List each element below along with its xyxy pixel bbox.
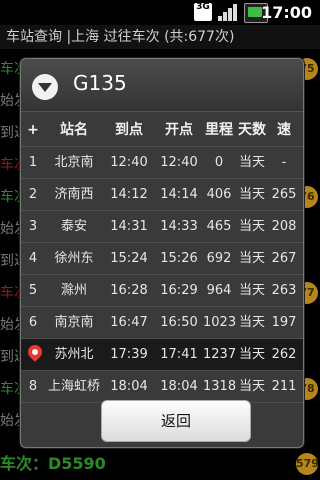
depart-time: 18:04 <box>160 379 198 394</box>
depart-time: 15:26 <box>160 251 198 266</box>
station-name: 泰安 <box>60 219 87 234</box>
speed: 197 <box>271 315 297 330</box>
status-time: 17:00 <box>261 3 312 22</box>
days: 当天 <box>238 379 265 394</box>
station-name: 滁州 <box>60 283 87 298</box>
col-header-arrive: 到点 <box>115 122 143 138</box>
col-header-mileage: 里程 <box>205 122 233 138</box>
arrive-time: 16:28 <box>110 283 148 298</box>
station-name: 南京南 <box>54 315 94 330</box>
row-index: 4 <box>28 251 38 266</box>
table-row[interactable]: 3 泰安 14:31 14:33 465 当天 208 <box>21 211 303 243</box>
col-header-speed: 速 <box>277 122 291 138</box>
station-name: 济南西 <box>54 187 94 202</box>
days: 当天 <box>238 283 265 298</box>
speed: 265 <box>271 187 297 202</box>
depart-time: 14:14 <box>160 187 198 202</box>
station-name: 北京南 <box>54 155 94 170</box>
page-title: 车站查询 |上海 过往车次 (共:677次) <box>0 25 320 49</box>
depart-time: 16:29 <box>160 283 198 298</box>
mileage: 964 <box>206 283 232 298</box>
table-row[interactable]: 2 济南西 14:12 14:14 406 当天 265 <box>21 179 303 211</box>
table-row[interactable]: 5 滁州 16:28 16:29 964 当天 263 <box>21 275 303 307</box>
back-button[interactable]: 返回 <box>101 400 251 442</box>
mileage: 1318 <box>203 379 237 394</box>
depart-time: 17:41 <box>160 347 198 362</box>
row-index: 6 <box>28 315 38 330</box>
row-index: 8 <box>28 379 38 394</box>
mileage: 692 <box>206 251 232 266</box>
location-pin-icon <box>25 342 45 362</box>
speed: 267 <box>271 251 297 266</box>
speed: 263 <box>271 283 297 298</box>
dialog-header: G135 <box>21 59 303 112</box>
station-name: 徐州东 <box>54 251 94 266</box>
arrive-time: 17:39 <box>110 347 148 362</box>
count-badge: 579 <box>296 453 319 475</box>
station-name: 上海虹桥 <box>47 379 100 394</box>
table-row[interactable]: 8 上海虹桥 18:04 18:04 1318 当天 211 <box>21 371 303 403</box>
signal-strength-icon <box>218 4 237 21</box>
route-table: + 站名 到点 开点 里程 天数 速 1 北京南 12:40 12:40 0 当天 - 2 济南… <box>21 115 303 403</box>
bottom-train-label: 车次：D5590 <box>0 454 106 473</box>
row-index: 1 <box>28 155 38 170</box>
dialog-title: G135 <box>73 71 127 95</box>
col-header-station: 站名 <box>60 122 88 138</box>
days: 当天 <box>238 155 265 170</box>
mileage: 1237 <box>203 347 237 362</box>
table-row[interactable]: 1 北京南 12:40 12:40 0 当天 - <box>21 147 303 179</box>
col-header-depart: 开点 <box>165 122 193 138</box>
row-index: 2 <box>28 187 38 202</box>
bottom-train-line[interactable]: 车次：D5590 579 <box>0 448 320 480</box>
days: 当天 <box>238 251 265 266</box>
row-index <box>21 339 45 370</box>
3g-network-icon: 3G <box>194 3 212 21</box>
row-index: 5 <box>28 283 38 298</box>
train-route-dialog: G135 + 站名 到点 开点 里程 天数 速 1 北京南 12:40 12:40 0 当… <box>20 58 304 448</box>
mileage: 465 <box>206 219 232 234</box>
col-header-days: 天数 <box>238 122 266 138</box>
depart-time: 12:40 <box>160 155 198 170</box>
speed: 211 <box>271 379 297 394</box>
col-header-index: + <box>27 122 39 138</box>
arrive-time: 14:31 <box>110 219 148 234</box>
table-row[interactable]: 6 南京南 16:47 16:50 1023 当天 197 <box>21 307 303 339</box>
speed: - <box>281 155 287 170</box>
depart-time: 16:50 <box>160 315 198 330</box>
arrive-time: 14:12 <box>110 187 148 202</box>
arrive-time: 16:47 <box>110 315 148 330</box>
arrive-time: 18:04 <box>110 379 148 394</box>
row-index: 3 <box>28 219 38 234</box>
speed: 208 <box>271 219 297 234</box>
table-row[interactable]: 4 徐州东 15:24 15:26 692 当天 267 <box>21 243 303 275</box>
depart-time: 14:33 <box>160 219 198 234</box>
arrive-time: 12:40 <box>110 155 148 170</box>
station-name: 苏州北 <box>54 347 94 362</box>
table-row[interactable]: 苏州北 17:39 17:41 1237 当天 262 <box>21 339 303 371</box>
days: 当天 <box>238 219 265 234</box>
dropdown-circle-icon <box>32 74 58 100</box>
arrive-time: 15:24 <box>110 251 148 266</box>
mileage: 1023 <box>203 315 237 330</box>
days: 当天 <box>238 315 265 330</box>
days: 当天 <box>238 347 265 362</box>
speed: 262 <box>271 347 297 362</box>
table-header: + 站名 到点 开点 里程 天数 速 <box>21 115 303 147</box>
mileage: 0 <box>214 155 224 170</box>
days: 当天 <box>238 187 265 202</box>
mileage: 406 <box>206 187 232 202</box>
status-bar: 3G 17:00 <box>0 0 320 25</box>
